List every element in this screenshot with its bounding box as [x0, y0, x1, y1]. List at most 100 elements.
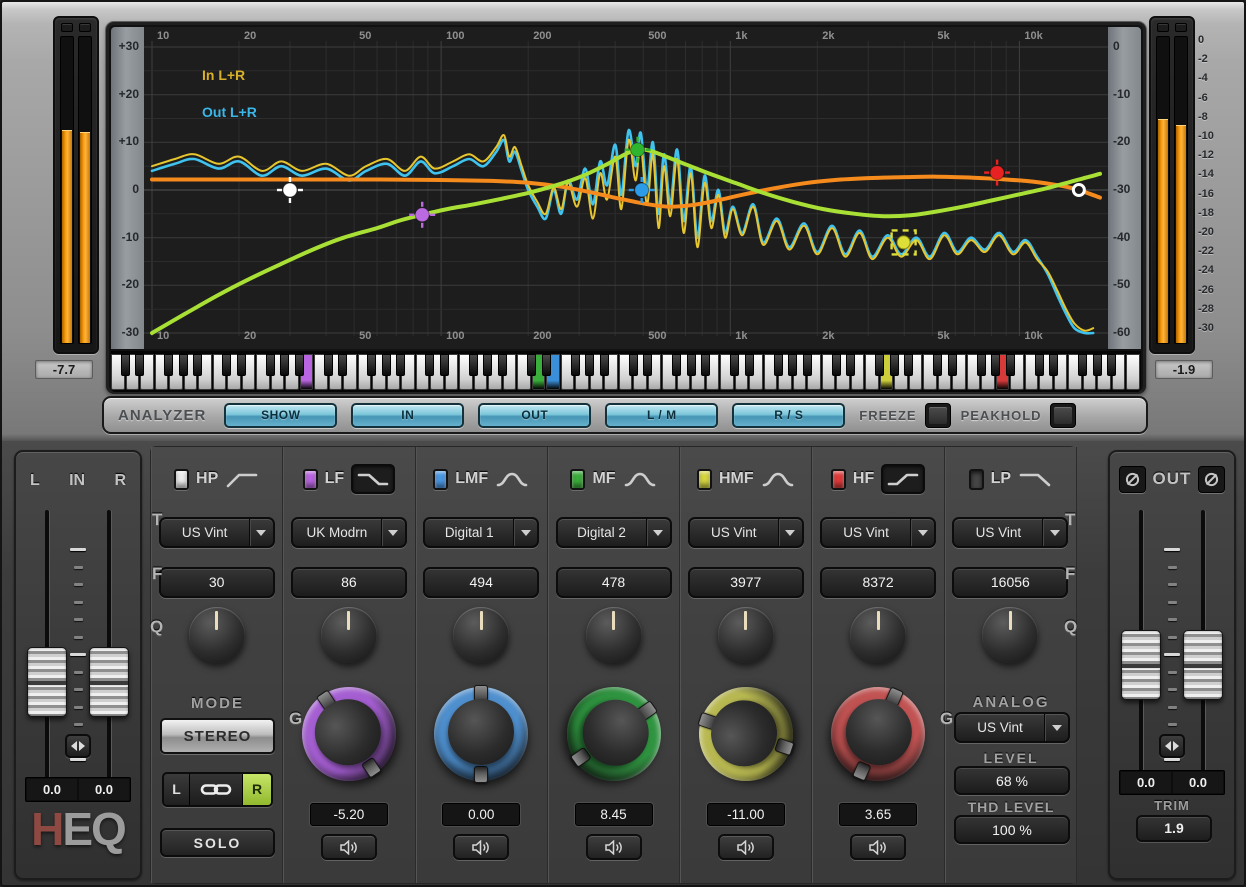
band-gain-knob[interactable]	[567, 687, 661, 781]
clip-indicator[interactable]	[61, 23, 73, 32]
band-enable-led[interactable]	[570, 469, 585, 490]
band-q-knob[interactable]	[321, 607, 377, 663]
band-type-dropdown[interactable]: US Vint	[688, 517, 804, 548]
clip-indicator[interactable]	[1157, 23, 1169, 32]
input-fader-gang-button[interactable]	[65, 734, 91, 758]
band-enable-led[interactable]	[174, 469, 189, 490]
piano-key-black[interactable]	[904, 354, 913, 376]
piano-key-black[interactable]	[846, 354, 855, 376]
piano-key-black[interactable]	[280, 354, 289, 376]
fader-thumb[interactable]	[1183, 630, 1223, 700]
band-gain-value[interactable]: 8.45	[575, 803, 653, 826]
piano-key-black[interactable]	[382, 354, 391, 376]
piano-key-black[interactable]	[1049, 354, 1058, 376]
output-gain-value-l[interactable]: 0.0	[1121, 772, 1171, 793]
piano-key-black[interactable]	[135, 354, 144, 376]
input-fader-left[interactable]	[26, 510, 68, 782]
analog-level-field[interactable]: 68 %	[954, 766, 1070, 795]
piano-key-black[interactable]	[571, 354, 580, 376]
band-gain-value[interactable]: 3.65	[839, 803, 917, 826]
piano-key-black[interactable]	[672, 354, 681, 376]
link-chain-segment[interactable]	[190, 774, 243, 805]
analyzer-in-button[interactable]: IN	[351, 403, 464, 428]
dropdown-arrow[interactable]	[1044, 714, 1068, 741]
piano-key-black[interactable]	[701, 354, 710, 376]
eq-plot[interactable]: 1020501002005001k2k5k10k 102050100200500…	[144, 27, 1108, 349]
analog-type-dropdown[interactable]: US Vint	[954, 712, 1070, 743]
link-right-segment[interactable]: R	[243, 774, 271, 805]
band-type-dropdown[interactable]: US Vint	[820, 517, 936, 548]
piano-key-black[interactable]	[1093, 354, 1102, 376]
piano-key-black[interactable]	[585, 354, 594, 376]
input-gain-value-r[interactable]: 0.0	[79, 779, 129, 800]
band-listen-button[interactable]	[586, 834, 642, 860]
band-type-dropdown[interactable]: Digital 1	[423, 517, 539, 548]
analyzer-lm-button[interactable]: L / M	[605, 403, 718, 428]
piano-key-black[interactable]	[1035, 354, 1044, 376]
piano-key-black[interactable]	[600, 354, 609, 376]
piano-key-black[interactable]	[977, 354, 986, 376]
piano-key-black[interactable]	[730, 354, 739, 376]
fader-thumb[interactable]	[27, 647, 67, 717]
dropdown-arrow[interactable]	[1042, 519, 1066, 546]
piano-key-black[interactable]	[542, 354, 551, 376]
input-gain-value-l[interactable]: 0.0	[27, 779, 77, 800]
band-frequency-field[interactable]: 16056	[952, 567, 1068, 598]
band-listen-button[interactable]	[321, 834, 377, 860]
piano-key-black[interactable]	[991, 354, 1000, 376]
piano-key-black[interactable]	[1078, 354, 1087, 376]
fader-thumb[interactable]	[89, 647, 129, 717]
band-gain-knob[interactable]	[699, 687, 793, 781]
band-enable-led[interactable]	[831, 469, 846, 490]
phase-invert-right-button[interactable]	[1198, 466, 1225, 493]
piano-key-black[interactable]	[933, 354, 942, 376]
channel-link-control[interactable]: L R	[162, 772, 273, 807]
input-meter-value[interactable]: -7.7	[35, 360, 93, 379]
piano-key-black[interactable]	[687, 354, 696, 376]
piano-key-black[interactable]	[745, 354, 754, 376]
solo-button[interactable]: SOLO	[160, 828, 275, 857]
analyzer-show-button[interactable]: SHOW	[224, 403, 337, 428]
band-gain-value[interactable]: 0.00	[442, 803, 520, 826]
band-q-knob[interactable]	[718, 607, 774, 663]
band-frequency-field[interactable]: 3977	[688, 567, 804, 598]
band-q-knob[interactable]	[189, 607, 245, 663]
piano-key-black[interactable]	[803, 354, 812, 376]
band-enable-led[interactable]	[697, 469, 712, 490]
dropdown-arrow[interactable]	[513, 519, 537, 546]
piano-key-black[interactable]	[367, 354, 376, 376]
filter-shape-button[interactable]	[881, 464, 925, 494]
band-q-knob[interactable]	[850, 607, 906, 663]
piano-key-black[interactable]	[483, 354, 492, 376]
band-listen-button[interactable]	[850, 834, 906, 860]
band-gain-knob[interactable]	[434, 687, 528, 781]
piano-key-black[interactable]	[295, 354, 304, 376]
piano-key-white[interactable]	[1126, 354, 1140, 390]
fader-thumb[interactable]	[1121, 630, 1161, 700]
piano-key-black[interactable]	[527, 354, 536, 376]
band-frequency-field[interactable]: 8372	[820, 567, 936, 598]
trim-value-field[interactable]: 1.9	[1136, 815, 1212, 842]
band-type-dropdown[interactable]: UK Modrn	[291, 517, 407, 548]
band-enable-led[interactable]	[303, 469, 318, 490]
band-gain-value[interactable]: -11.00	[707, 803, 785, 826]
piano-key-black[interactable]	[643, 354, 652, 376]
band-q-knob[interactable]	[453, 607, 509, 663]
piano-key-black[interactable]	[338, 354, 347, 376]
analyzer-out-button[interactable]: OUT	[478, 403, 591, 428]
piano-key-black[interactable]	[890, 354, 899, 376]
link-left-segment[interactable]: L	[164, 774, 190, 805]
band-gain-knob[interactable]	[831, 687, 925, 781]
peakhold-toggle[interactable]	[1050, 403, 1076, 428]
band-type-dropdown[interactable]: Digital 2	[556, 517, 672, 548]
dropdown-arrow[interactable]	[249, 519, 273, 546]
piano-key-black[interactable]	[440, 354, 449, 376]
dropdown-arrow[interactable]	[381, 519, 405, 546]
band-q-knob[interactable]	[586, 607, 642, 663]
output-meter-value[interactable]: -1.9	[1155, 360, 1213, 379]
band-gain-value[interactable]: -5.20	[310, 803, 388, 826]
output-fader-gang-button[interactable]	[1159, 734, 1185, 758]
band-frequency-field[interactable]: 478	[556, 567, 672, 598]
piano-key-black[interactable]	[193, 354, 202, 376]
freeze-toggle[interactable]	[925, 403, 951, 428]
